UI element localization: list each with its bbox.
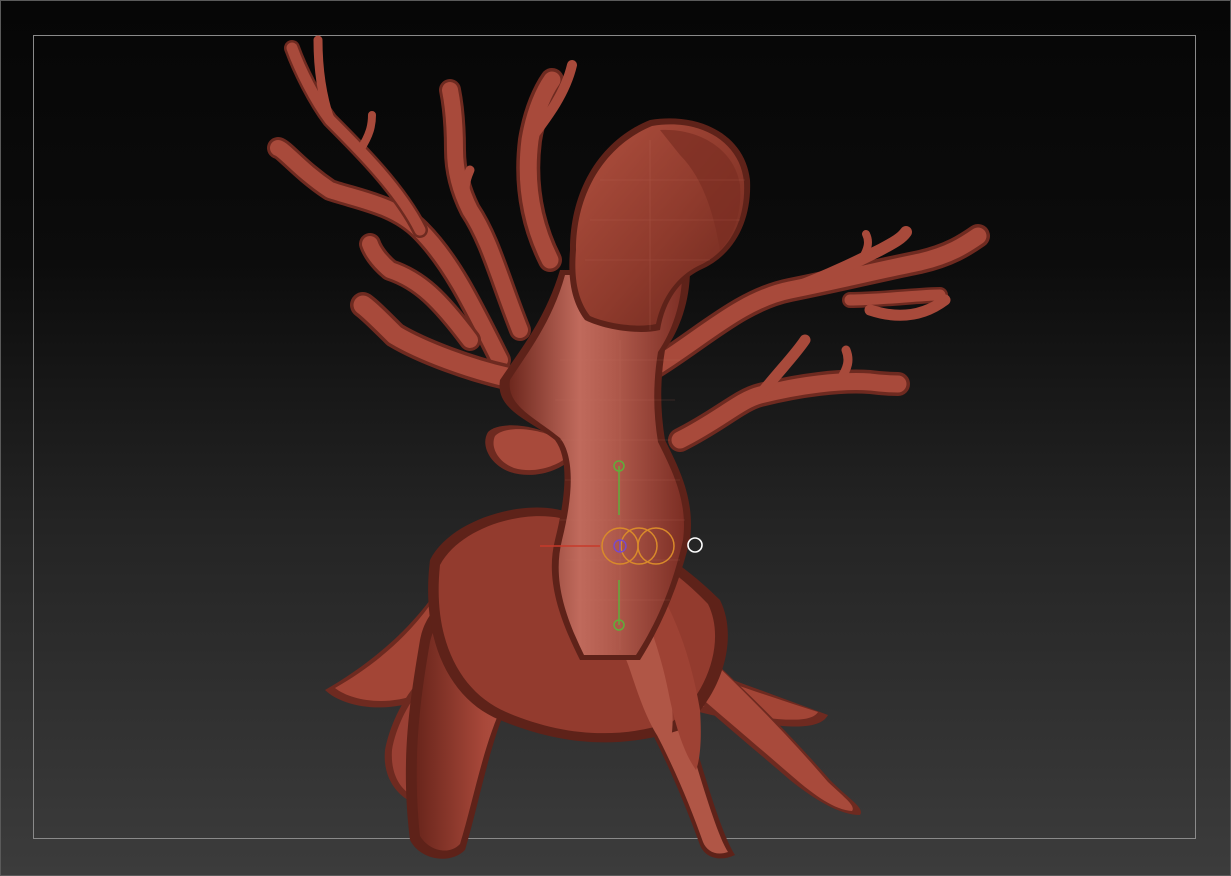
brush-cursor-icon — [687, 537, 703, 553]
left-branch-cluster — [267, 35, 577, 393]
tree-creature-model[interactable] — [267, 35, 990, 859]
sculpt-scene[interactable] — [0, 0, 1231, 876]
zbrush-viewport[interactable] — [0, 0, 1231, 876]
creature-head — [569, 118, 751, 332]
